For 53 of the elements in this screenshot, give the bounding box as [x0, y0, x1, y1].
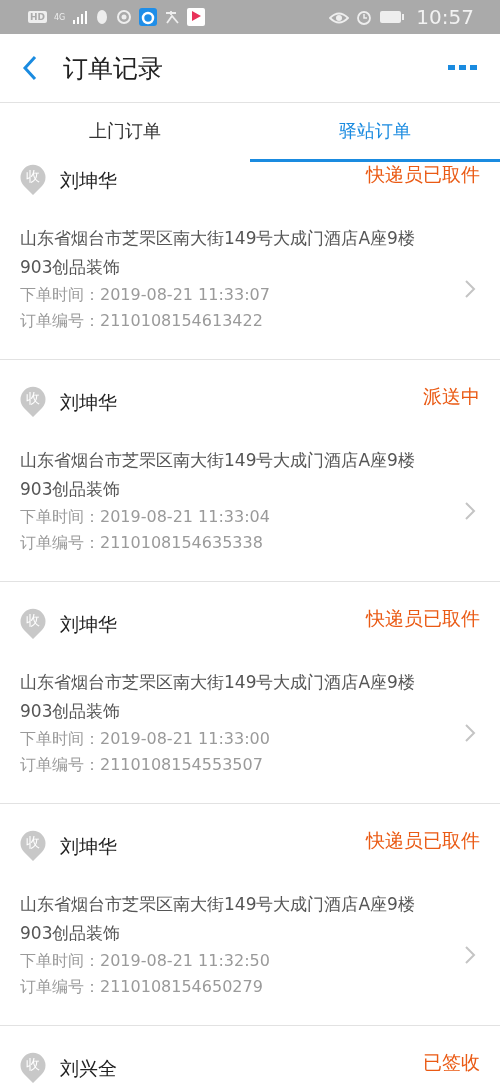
address-text: 山东省烟台市芝罘区南大街149号大成门酒店A座9楼903创品装饰	[20, 449, 416, 501]
hd-indicator: HD	[28, 11, 47, 23]
chevron-right-icon	[464, 501, 476, 521]
order-time: 2019-08-21 11:32:50	[100, 951, 270, 970]
pin-icon	[20, 386, 46, 418]
pin-icon	[20, 1052, 46, 1083]
chevron-right-icon	[464, 279, 476, 299]
order-number: 2110108154553507	[100, 755, 263, 774]
recipient-name: 刘兴全	[60, 1056, 118, 1081]
recipient-name: 刘坤华	[60, 168, 118, 193]
alarm-icon	[356, 9, 373, 25]
back-icon[interactable]	[22, 55, 38, 81]
order-status: 已签收	[423, 1050, 480, 1075]
clock-time: 10:57	[416, 5, 474, 29]
network-label: 4G	[54, 12, 66, 22]
order-time: 2019-08-21 11:33:07	[100, 285, 270, 304]
order-status: 快递员已取件	[366, 828, 480, 853]
address-text: 山东省烟台市芝罘区南大街149号大成门酒店A座9楼903创品装饰	[20, 671, 416, 723]
pin-icon	[20, 830, 46, 862]
time-label: 下单时间：	[20, 507, 100, 526]
order-status: 快递员已取件	[366, 606, 480, 631]
pin-icon	[20, 608, 46, 640]
address-text: 山东省烟台市芝罘区南大街149号大成门酒店A座9楼903创品装饰	[20, 893, 416, 945]
translate-icon	[164, 10, 181, 24]
order-number: 2110108154650279	[100, 977, 263, 996]
number-label: 订单编号：	[20, 311, 100, 330]
video-app-icon	[187, 8, 206, 26]
time-label: 下单时间：	[20, 951, 100, 970]
chevron-right-icon	[464, 945, 476, 965]
order-number: 2110108154635338	[100, 533, 263, 552]
time-label: 下单时间：	[20, 729, 100, 748]
circle-icon	[116, 9, 133, 25]
recipient-name: 刘坤华	[60, 612, 118, 637]
order-status: 派送中	[423, 384, 480, 409]
number-label: 订单编号：	[20, 755, 100, 774]
page-title: 订单记录	[63, 52, 164, 85]
order-status: 快递员已取件	[366, 162, 480, 187]
chevron-right-icon	[464, 723, 476, 743]
address-text: 山东省烟台市芝罘区南大街149号大成门酒店A座9楼903创品装饰	[20, 227, 416, 279]
order-number: 2110108154613422	[100, 311, 263, 330]
recipient-name: 刘坤华	[60, 834, 118, 859]
number-label: 订单编号：	[20, 533, 100, 552]
recipient-name: 刘坤华	[60, 390, 118, 415]
order-time: 2019-08-21 11:33:00	[100, 729, 270, 748]
order-time: 2019-08-21 11:33:04	[100, 507, 270, 526]
time-label: 下单时间：	[20, 285, 100, 304]
battery-icon	[379, 10, 406, 24]
eye-icon	[329, 10, 350, 24]
signal-icon	[72, 10, 89, 24]
number-label: 订单编号：	[20, 977, 100, 996]
more-icon[interactable]	[448, 64, 478, 72]
app-icon	[139, 8, 158, 26]
pin-icon	[20, 164, 46, 196]
